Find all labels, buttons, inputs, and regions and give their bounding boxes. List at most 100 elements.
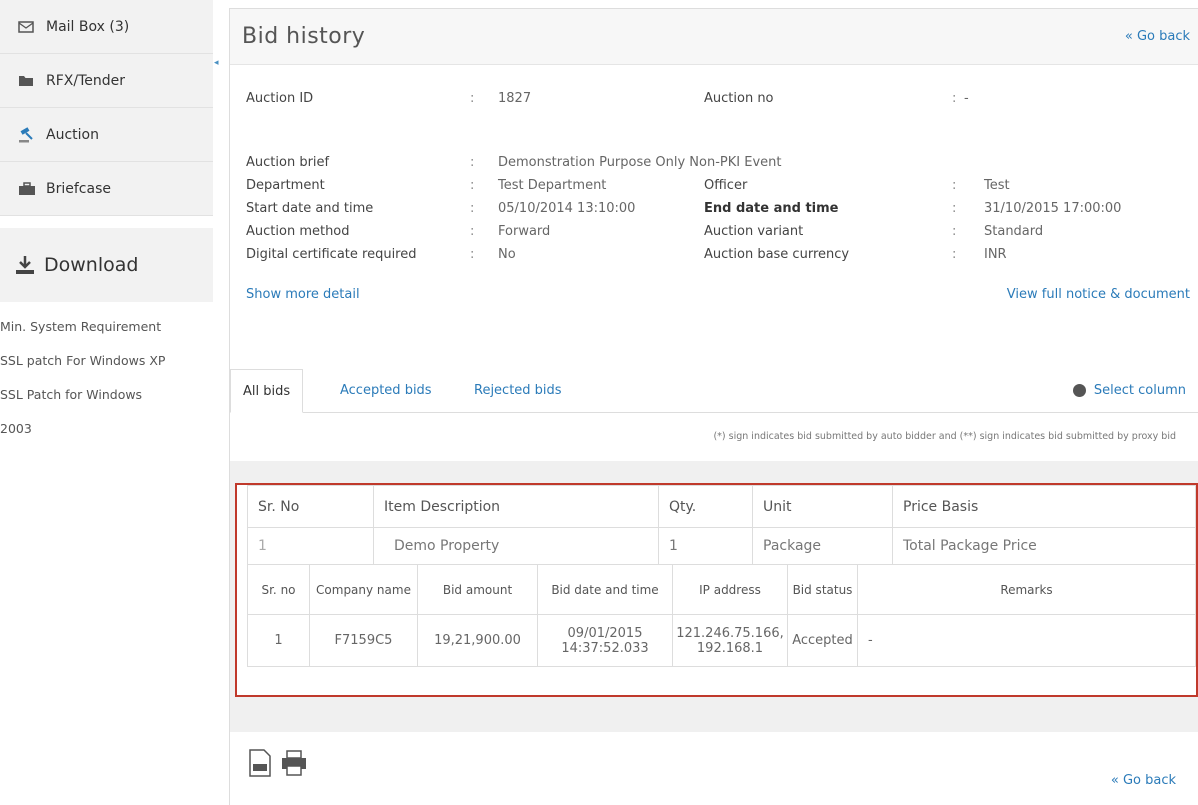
cell-bid-status: Accepted xyxy=(787,614,858,667)
cell-ip-address: 121.246.75.166, 192.168.1 xyxy=(672,614,788,667)
download-title: Download xyxy=(44,254,139,276)
sidebar-item-auction[interactable]: Auction xyxy=(0,108,213,162)
auction-id-label: Auction ID xyxy=(246,91,314,106)
sidebar: Mail Box (3) RFX/Tender Auction Briefcas… xyxy=(0,0,213,805)
item-table: Sr. No Item Description Qty. Unit Price … xyxy=(247,485,1196,565)
officer-label: Officer xyxy=(704,178,748,193)
select-column-label: Select column xyxy=(1093,383,1186,398)
export-pdf-icon[interactable] xyxy=(248,749,272,781)
auction-brief-label: Auction brief xyxy=(246,155,330,170)
tab-rejected-bids[interactable]: Rejected bids xyxy=(462,369,574,413)
colon: : xyxy=(952,91,957,106)
sidebar-item-label: Auction xyxy=(46,126,99,143)
bid-table-container: Sr. No Item Description Qty. Unit Price … xyxy=(235,483,1198,697)
sidebar-item-briefcase[interactable]: Briefcase xyxy=(0,162,213,216)
officer-value: Test xyxy=(984,178,1010,193)
auction-variant-value: Standard xyxy=(984,224,1044,239)
cell-unit: Package xyxy=(752,527,893,565)
auction-icon xyxy=(18,126,40,143)
page-header: Bid history « Go back xyxy=(230,9,1198,65)
bid-table-area: Sr. No Item Description Qty. Unit Price … xyxy=(230,461,1198,732)
start-date-value: 05/10/2014 13:10:00 xyxy=(498,201,636,216)
header-bid-status: Bid status xyxy=(787,564,858,615)
item-table-header: Sr. No Item Description Qty. Unit Price … xyxy=(247,485,1196,528)
download-link-ssl-xp[interactable]: SSL patch For Windows XP xyxy=(0,344,213,378)
header-bid-amount: Bid amount xyxy=(417,564,538,615)
colon: : xyxy=(470,224,475,239)
auction-details: Auction ID : 1827 Auction no : - Auction… xyxy=(230,65,1198,383)
select-column-button[interactable]: Select column xyxy=(1072,383,1186,398)
colon: : xyxy=(952,201,957,216)
download-link-system-requirement[interactable]: Min. System Requirement xyxy=(0,310,213,344)
department-value: Test Department xyxy=(498,178,607,193)
folder-icon xyxy=(18,74,40,87)
tab-accepted-bids[interactable]: Accepted bids xyxy=(328,369,444,413)
go-back-link-bottom[interactable]: « Go back xyxy=(1111,773,1176,788)
auction-id-value: 1827 xyxy=(498,91,532,106)
download-link-ssl-2003-year[interactable]: 2003 xyxy=(0,412,213,446)
cell-bid-sr-no: 1 xyxy=(247,614,310,667)
colon: : xyxy=(470,91,475,106)
auction-method-value: Forward xyxy=(498,224,551,239)
briefcase-icon xyxy=(18,181,40,196)
start-date-label: Start date and time xyxy=(246,201,374,216)
department-label: Department xyxy=(246,178,325,193)
sidebar-item-mailbox[interactable]: Mail Box (3) xyxy=(0,0,213,54)
header-unit: Unit xyxy=(752,485,893,528)
header-sr-no: Sr. No xyxy=(247,485,374,528)
sidebar-item-rfx-tender[interactable]: RFX/Tender xyxy=(0,54,213,108)
digital-cert-value: No xyxy=(498,247,516,262)
tab-all-bids[interactable]: All bids xyxy=(230,369,304,413)
view-full-notice-link[interactable]: View full notice & document xyxy=(1007,287,1190,302)
bid-sign-note: (*) sign indicates bid submitted by auto… xyxy=(713,431,1176,442)
header-remarks: Remarks xyxy=(857,564,1196,615)
colon: : xyxy=(952,178,957,193)
cell-price-basis: Total Package Price xyxy=(892,527,1196,565)
header-bid-date: Bid date and time xyxy=(537,564,673,615)
download-icon xyxy=(14,254,36,276)
table-row: 1 Demo Property 1 Package Total Package … xyxy=(247,527,1196,565)
show-more-detail-link[interactable]: Show more detail xyxy=(246,287,360,302)
end-date-value: 31/10/2015 17:00:00 xyxy=(984,201,1122,216)
colon: : xyxy=(470,178,475,193)
auction-no-label: Auction no xyxy=(704,91,774,106)
mailbox-icon xyxy=(18,20,40,34)
cell-qty: 1 xyxy=(658,527,753,565)
sidebar-item-label: Mail Box (3) xyxy=(46,18,130,35)
auction-variant-label: Auction variant xyxy=(704,224,804,239)
download-heading: Download xyxy=(0,228,213,302)
colon: : xyxy=(470,155,475,170)
bid-tabs: All bids Accepted bids Rejected bids Sel… xyxy=(230,369,1198,413)
sidebar-item-label: RFX/Tender xyxy=(46,72,126,89)
auction-method-label: Auction method xyxy=(246,224,350,239)
table-row: 1 F7159C5 19,21,900.00 09/01/2015 14:37:… xyxy=(247,614,1196,667)
collapse-sidebar-icon[interactable]: ◂ xyxy=(214,58,224,72)
go-back-link[interactable]: « Go back xyxy=(1125,29,1190,44)
cell-remarks: - xyxy=(857,614,1196,667)
base-currency-value: INR xyxy=(984,247,1007,262)
header-item-description: Item Description xyxy=(373,485,659,528)
end-date-label: End date and time xyxy=(704,201,839,216)
main-panel: Bid history « Go back Auction ID : 1827 … xyxy=(229,8,1198,805)
auction-no-value: - xyxy=(964,91,969,106)
header-company-name: Company name xyxy=(309,564,418,615)
header-qty: Qty. xyxy=(658,485,753,528)
cell-sr-no: 1 xyxy=(247,527,374,565)
colon: : xyxy=(470,201,475,216)
colon: : xyxy=(952,247,957,262)
bid-table: Sr. no Company name Bid amount Bid date … xyxy=(247,564,1196,667)
auction-brief-value: Demonstration Purpose Only Non-PKI Event xyxy=(498,155,782,170)
header-price-basis: Price Basis xyxy=(892,485,1196,528)
cell-bid-amount: 19,21,900.00 xyxy=(417,614,538,667)
colon: : xyxy=(470,247,475,262)
export-icons xyxy=(248,749,308,781)
bid-table-header: Sr. no Company name Bid amount Bid date … xyxy=(247,564,1196,615)
print-icon[interactable] xyxy=(280,749,308,781)
cell-item-description: Demo Property xyxy=(373,527,659,565)
cell-bid-date: 09/01/2015 14:37:52.033 xyxy=(537,614,673,667)
digital-cert-label: Digital certificate required xyxy=(246,247,417,262)
header-ip-address: IP address xyxy=(672,564,788,615)
cell-company-name: F7159C5 xyxy=(309,614,418,667)
download-link-ssl-2003[interactable]: SSL Patch for Windows xyxy=(0,378,213,412)
settings-icon xyxy=(1072,384,1086,397)
